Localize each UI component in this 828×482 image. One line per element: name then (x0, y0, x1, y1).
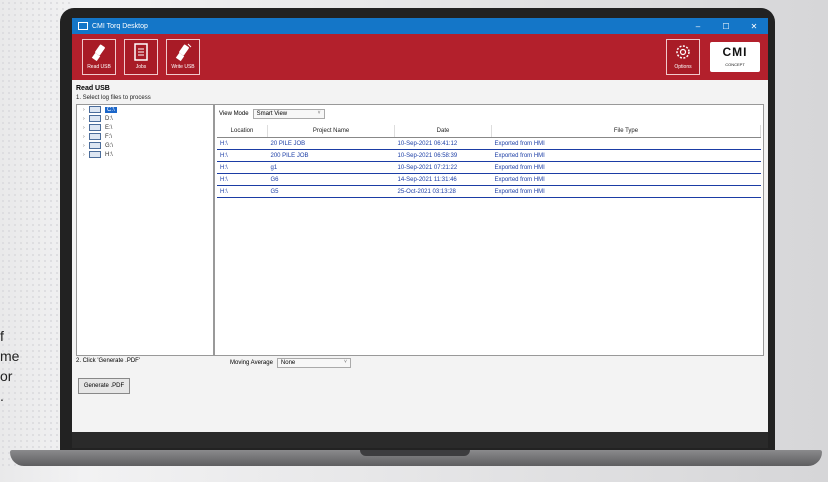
usb-read-icon (91, 44, 105, 62)
table-row[interactable]: H:\ g1 10-Sep-2021 07:21:22 Exported fro… (217, 161, 761, 174)
tree-item-h[interactable]: › H:\ (77, 150, 213, 159)
write-usb-label: Write USB (171, 64, 195, 70)
background-text-line: me (0, 348, 20, 364)
toolbar: Read USB Jobs Write USB Options CMI CONC… (72, 34, 768, 80)
tree-item-label: C:\ (105, 106, 117, 113)
cell-date: 14-Sep-2021 11:31:46 (394, 173, 492, 186)
tree-item-c[interactable]: › C:\ (77, 105, 213, 114)
cell-location: H:\ (217, 149, 268, 162)
gear-icon (676, 45, 690, 59)
table-row[interactable]: H:\ 200 PILE JOB 10-Sep-2021 06:58:39 Ex… (217, 149, 761, 162)
file-list-panel: View Mode Smart View ˅ Location Project … (214, 104, 764, 356)
cell-project-name: g1 (267, 161, 395, 174)
laptop-notch (360, 450, 470, 456)
view-mode-control: View Mode Smart View ˅ (219, 109, 325, 119)
cell-location: H:\ (217, 161, 268, 174)
options-label: Options (674, 64, 692, 70)
cell-project-name: 200 PILE JOB (267, 149, 395, 162)
view-mode-label: View Mode (219, 111, 249, 117)
cell-date: 25-Oct-2021 03:13:28 (394, 185, 492, 198)
document-icon (134, 43, 148, 61)
moving-average-control: Moving Average None ˅ (230, 358, 351, 368)
cell-date: 10-Sep-2021 06:58:39 (394, 149, 492, 162)
read-usb-label: Read USB (87, 64, 111, 70)
cell-project-name: 20 PILE JOB (267, 137, 395, 150)
cell-project-name: G6 (267, 173, 395, 186)
table-row[interactable]: H:\ G6 14-Sep-2021 11:31:46 Exported fro… (217, 173, 761, 186)
cell-location: H:\ (217, 185, 268, 198)
moving-average-select[interactable]: None ˅ (276, 358, 351, 368)
tree-item-label: D:\ (105, 115, 113, 122)
usb-write-icon (175, 43, 192, 62)
background-text-line: or (0, 368, 13, 384)
page-title: Read USB (76, 85, 110, 92)
cell-location: H:\ (217, 173, 268, 186)
cell-location: H:\ (217, 137, 268, 150)
background-text-line: . (0, 388, 4, 404)
cell-file-type: Exported from HMI (491, 161, 761, 174)
moving-average-label: Moving Average (230, 360, 273, 366)
jobs-label: Jobs (135, 64, 147, 70)
column-header-file-type[interactable]: File Type (491, 125, 761, 138)
maximize-button[interactable]: ☐ (712, 22, 740, 31)
step1-instruction: 1. Select log files to process (76, 95, 151, 101)
drive-icon (89, 115, 101, 122)
drive-icon (89, 133, 101, 140)
jobs-button[interactable]: Jobs (124, 39, 158, 75)
drive-icon (89, 142, 101, 149)
step2-instruction: 2. Click 'Generate .PDF' (76, 358, 140, 364)
read-usb-button[interactable]: Read USB (82, 39, 116, 75)
write-usb-button[interactable]: Write USB (166, 39, 200, 75)
view-mode-select[interactable]: Smart View ˅ (252, 109, 325, 119)
tree-item-label: H:\ (105, 151, 113, 158)
brand-logo: CMI CONCEPT (710, 42, 760, 72)
background-text-line: f (0, 328, 4, 344)
main-content: Read USB 1. Select log files to process … (72, 80, 768, 448)
table-row[interactable]: H:\ G5 25-Oct-2021 03:13:28 Exported fro… (217, 185, 761, 198)
drive-icon (89, 124, 101, 131)
cell-date: 10-Sep-2021 07:21:22 (394, 161, 492, 174)
cell-file-type: Exported from HMI (491, 185, 761, 198)
column-header-location[interactable]: Location (217, 125, 268, 138)
close-button[interactable]: ✕ (740, 22, 768, 31)
logo-subtext: CONCEPT (725, 62, 745, 67)
chevron-down-icon: ˅ (344, 359, 347, 365)
generate-pdf-button[interactable]: Generate .PDF (78, 378, 130, 394)
taskbar (72, 432, 768, 448)
drive-icon (89, 151, 101, 158)
cell-file-type: Exported from HMI (491, 173, 761, 186)
moving-average-value: None (280, 360, 296, 366)
column-header-date[interactable]: Date (394, 125, 492, 138)
options-button[interactable]: Options (666, 39, 700, 75)
drive-icon (89, 106, 101, 113)
tree-item-label: E:\ (105, 124, 113, 131)
tree-item-f[interactable]: › F:\ (77, 132, 213, 141)
cell-file-type: Exported from HMI (491, 137, 761, 150)
view-mode-value: Smart View (256, 111, 288, 117)
app-icon (78, 22, 88, 30)
tree-item-g[interactable]: › G:\ (77, 141, 213, 150)
drive-tree: › C:\ › D:\ › E:\ › F:\ › G:\ › H:\ (76, 104, 214, 356)
tree-item-d[interactable]: › D:\ (77, 114, 213, 123)
table-header-row: Location Project Name Date File Type (217, 125, 761, 138)
file-table: Location Project Name Date File Type H:\… (217, 125, 761, 198)
column-header-project-name[interactable]: Project Name (267, 125, 395, 138)
tree-item-label: G:\ (105, 142, 114, 149)
minimize-button[interactable]: – (684, 22, 712, 31)
window-title: CMI Torq Desktop (92, 22, 148, 30)
cell-file-type: Exported from HMI (491, 149, 761, 162)
tree-item-e[interactable]: › E:\ (77, 123, 213, 132)
title-bar: CMI Torq Desktop – ☐ ✕ (72, 18, 768, 34)
tree-item-label: F:\ (105, 133, 112, 140)
cell-project-name: G5 (267, 185, 395, 198)
cell-date: 10-Sep-2021 06:41:12 (394, 137, 492, 150)
logo-text: CMI (722, 45, 748, 59)
chevron-down-icon: ˅ (317, 110, 321, 116)
app-window: CMI Torq Desktop – ☐ ✕ Read USB Jobs Wri… (72, 18, 768, 448)
table-row[interactable]: H:\ 20 PILE JOB 10-Sep-2021 06:41:12 Exp… (217, 137, 761, 150)
background-text: f me or . (0, 326, 19, 406)
